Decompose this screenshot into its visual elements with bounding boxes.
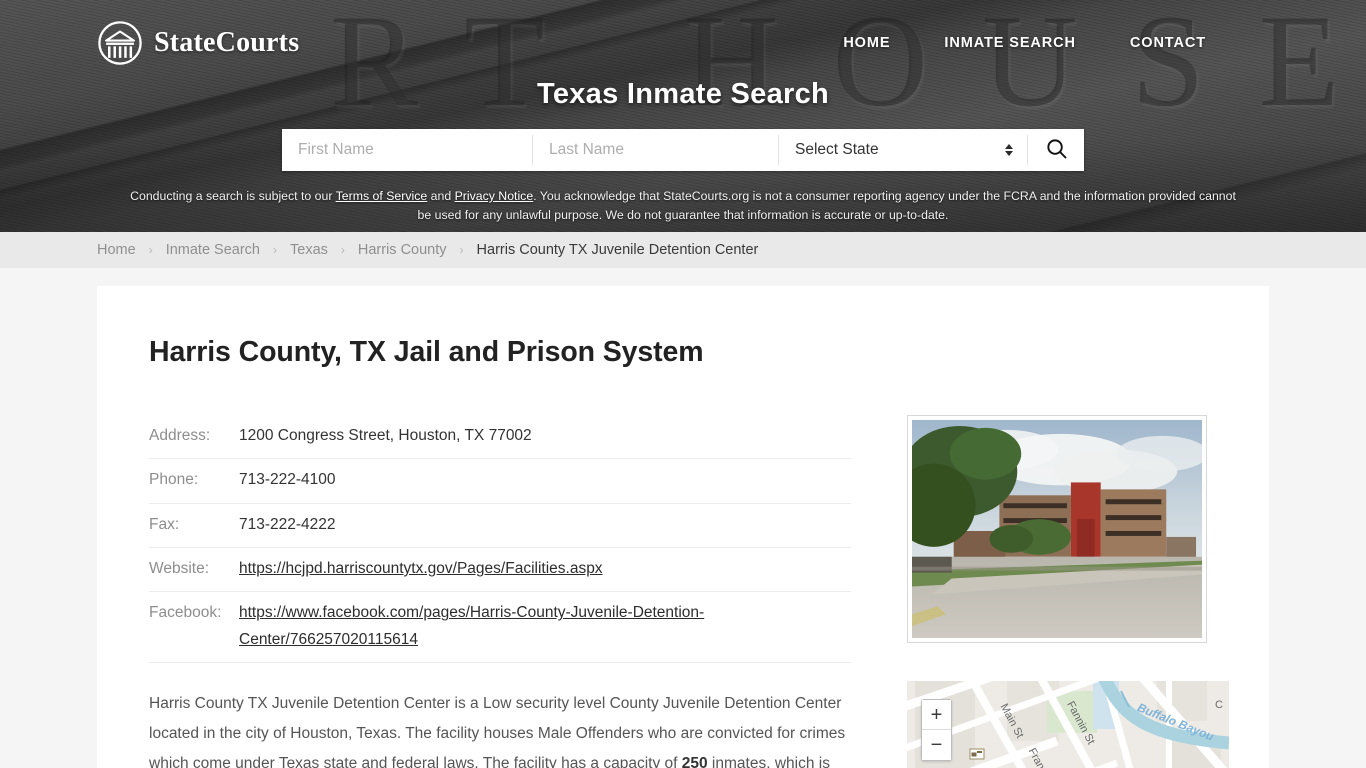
facebook-label: Facebook: bbox=[149, 591, 239, 664]
website-link[interactable]: https://hcjpd.harriscountytx.gov/Pages/F… bbox=[239, 560, 603, 577]
hotel-marker-icon bbox=[969, 747, 985, 766]
state-select[interactable]: Select State bbox=[779, 129, 1027, 171]
breadcrumb-item-texas[interactable]: Texas bbox=[290, 242, 328, 258]
inmate-search-form: Select State bbox=[282, 129, 1084, 171]
facebook-link[interactable]: https://www.facebook.com/pages/Harris-Co… bbox=[239, 604, 704, 647]
disclaimer-part-2: and bbox=[427, 189, 455, 203]
map-zoom-controls: + − bbox=[921, 699, 952, 761]
page-title: Harris County, TX Jail and Prison System bbox=[149, 336, 704, 368]
breadcrumb-bar: Home › Inmate Search › Texas › Harris Co… bbox=[0, 232, 1366, 268]
main-navigation: HOME INMATE SEARCH CONTACT bbox=[843, 35, 1206, 51]
facility-map[interactable]: + − Main St Fannin St Fran Buffalo Bayou… bbox=[907, 681, 1229, 768]
nav-item-contact[interactable]: CONTACT bbox=[1130, 35, 1206, 51]
disclaimer-part-3: . You acknowledge that StateCourts.org i… bbox=[417, 189, 1236, 223]
table-row: Facebook: https://www.facebook.com/pages… bbox=[149, 591, 851, 664]
nav-item-home[interactable]: HOME bbox=[843, 35, 890, 51]
facebook-value: https://www.facebook.com/pages/Harris-Co… bbox=[239, 591, 851, 664]
table-row: Phone: 713-222-4100 bbox=[149, 458, 851, 504]
table-row: Fax: 713-222-4222 bbox=[149, 503, 851, 549]
breadcrumb-item-home[interactable]: Home bbox=[97, 242, 136, 258]
first-name-input[interactable] bbox=[282, 129, 532, 171]
breadcrumb-separator-icon: › bbox=[459, 243, 464, 257]
phone-value: 713-222-4100 bbox=[239, 458, 851, 504]
courthouse-logo-icon bbox=[97, 20, 143, 66]
breadcrumb-separator-icon: › bbox=[340, 243, 345, 257]
breadcrumb-separator-icon: › bbox=[273, 243, 277, 257]
table-row: Address: 1200 Congress Street, Houston, … bbox=[149, 415, 851, 460]
state-select-value: Select State bbox=[795, 141, 879, 158]
facility-info-table: Address: 1200 Congress Street, Houston, … bbox=[149, 415, 851, 664]
phone-label: Phone: bbox=[149, 458, 239, 504]
website-label: Website: bbox=[149, 547, 239, 593]
facility-photo bbox=[907, 415, 1207, 643]
breadcrumb-separator-icon: › bbox=[148, 243, 153, 257]
facility-media-column: + − Main St Fannin St Fran Buffalo Bayou… bbox=[907, 415, 1229, 768]
facility-details-column: Address: 1200 Congress Street, Houston, … bbox=[149, 415, 851, 768]
facility-description: Harris County TX Juvenile Detention Cent… bbox=[149, 689, 851, 768]
brand-logo-link[interactable]: StateCourts bbox=[97, 20, 299, 66]
content-card: Harris County, TX Jail and Prison System… bbox=[97, 286, 1269, 768]
website-value: https://hcjpd.harriscountytx.gov/Pages/F… bbox=[239, 547, 851, 593]
nav-item-inmate-search[interactable]: INMATE SEARCH bbox=[944, 35, 1075, 51]
description-capacity: 250 bbox=[681, 754, 708, 768]
search-icon bbox=[1045, 137, 1068, 163]
map-zoom-in-button[interactable]: + bbox=[922, 700, 951, 730]
disclaimer-part-1: Conducting a search is subject to our bbox=[130, 189, 336, 203]
map-zoom-out-button[interactable]: − bbox=[922, 730, 951, 760]
fax-value: 713-222-4222 bbox=[239, 503, 851, 549]
privacy-notice-link[interactable]: Privacy Notice bbox=[455, 189, 534, 203]
select-spinner-icon bbox=[1005, 144, 1013, 156]
map-label-c: C bbox=[1215, 699, 1223, 711]
address-value: 1200 Congress Street, Houston, TX 77002 bbox=[239, 415, 851, 460]
address-label: Address: bbox=[149, 415, 239, 460]
brand-name: StateCourts bbox=[154, 27, 300, 58]
top-bar: StateCourts HOME INMATE SEARCH CONTACT bbox=[0, 0, 1366, 72]
breadcrumb-item-harris-county[interactable]: Harris County bbox=[358, 242, 447, 258]
breadcrumb-item-inmate-search[interactable]: Inmate Search bbox=[166, 242, 260, 258]
site-header: RT HOUSE StateCourts bbox=[0, 0, 1366, 232]
search-disclaimer: Conducting a search is subject to our Te… bbox=[128, 187, 1238, 225]
hero-title: Texas Inmate Search bbox=[536, 78, 830, 110]
terms-of-service-link[interactable]: Terms of Service bbox=[336, 189, 428, 203]
search-button[interactable] bbox=[1028, 129, 1084, 171]
breadcrumb-item-current: Harris County TX Juvenile Detention Cent… bbox=[476, 242, 759, 258]
table-row: Website: https://hcjpd.harriscountytx.go… bbox=[149, 547, 851, 593]
fax-label: Fax: bbox=[149, 503, 239, 549]
breadcrumb: Home › Inmate Search › Texas › Harris Co… bbox=[0, 242, 758, 258]
last-name-input[interactable] bbox=[533, 129, 778, 171]
